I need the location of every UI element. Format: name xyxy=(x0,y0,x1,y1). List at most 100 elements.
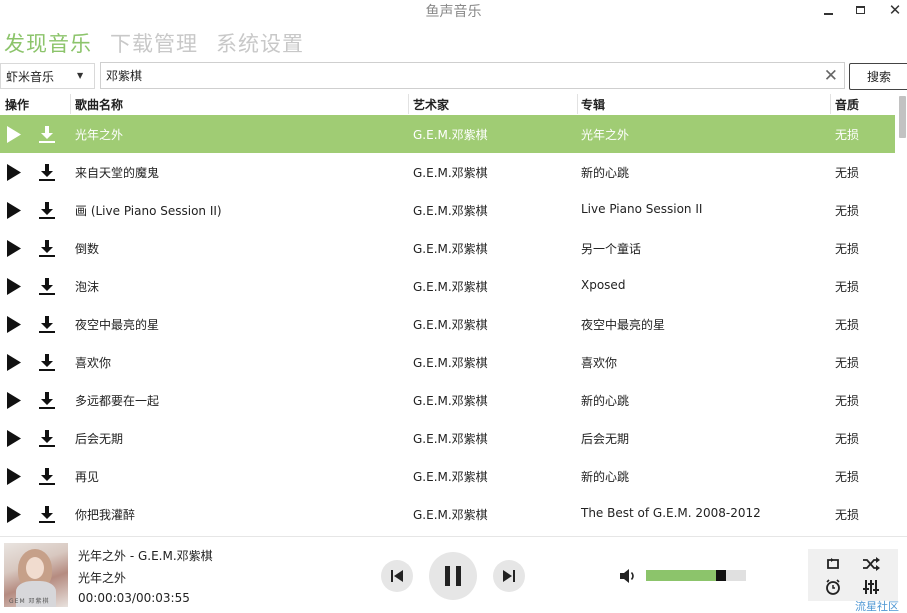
minimize-button[interactable] xyxy=(815,0,841,20)
song-quality: 无损 xyxy=(835,166,860,180)
pause-icon xyxy=(445,566,461,586)
song-quality: 无损 xyxy=(835,318,860,332)
equalizer-icon xyxy=(863,580,879,594)
window-title: 鱼声音乐 xyxy=(425,4,482,20)
download-icon[interactable] xyxy=(38,125,56,143)
title-bar: 鱼声音乐 ✕ xyxy=(0,0,907,22)
play-icon[interactable] xyxy=(7,468,21,485)
song-row[interactable]: 多远都要在一起 G.E.M.邓紫棋 新的心跳 无损 xyxy=(0,381,895,419)
song-album: 另一个童话 xyxy=(581,242,642,256)
alarm-icon xyxy=(826,579,840,595)
song-list: 光年之外 G.E.M.邓紫棋 光年之外 无损 来自天堂的魔鬼 G.E.M.邓紫棋… xyxy=(0,115,895,533)
close-button[interactable]: ✕ xyxy=(882,0,907,20)
play-icon[interactable] xyxy=(7,392,21,409)
download-icon[interactable] xyxy=(38,391,56,409)
song-album: 夜空中最亮的星 xyxy=(581,318,666,332)
download-icon[interactable] xyxy=(38,505,56,523)
song-quality: 无损 xyxy=(835,242,860,256)
download-icon[interactable] xyxy=(38,277,56,295)
song-row[interactable]: 画 (Live Piano Session II) G.E.M.邓紫棋 Live… xyxy=(0,191,895,229)
volume-slider[interactable] xyxy=(646,570,746,581)
minimize-icon xyxy=(823,13,833,15)
song-row[interactable]: 再见 G.E.M.邓紫棋 新的心跳 无损 xyxy=(0,457,895,495)
download-icon[interactable] xyxy=(38,239,56,257)
song-artist: G.E.M.邓紫棋 xyxy=(413,356,488,370)
song-row[interactable]: 你把我灌醉 G.E.M.邓紫棋 The Best of G.E.M. 2008-… xyxy=(0,495,895,533)
download-icon[interactable] xyxy=(38,315,56,333)
download-icon[interactable] xyxy=(38,467,56,485)
tab-system-settings[interactable]: 系统设置 xyxy=(216,28,304,58)
album-cover[interactable]: GEM 邓紫棋 xyxy=(4,543,68,607)
repeat-button[interactable] xyxy=(823,555,843,573)
song-artist: G.E.M.邓紫棋 xyxy=(413,432,488,446)
download-icon[interactable] xyxy=(38,163,56,181)
song-row[interactable]: 倒数 G.E.M.邓紫棋 另一个童话 无损 xyxy=(0,229,895,267)
play-icon[interactable] xyxy=(7,202,21,219)
equalizer-button[interactable] xyxy=(861,578,881,596)
column-divider[interactable] xyxy=(408,94,409,114)
pause-button[interactable] xyxy=(429,552,477,600)
song-name: 喜欢你 xyxy=(75,356,112,370)
song-row[interactable]: 来自天堂的魔鬼 G.E.M.邓紫棋 新的心跳 无损 xyxy=(0,153,895,191)
alarm-button[interactable] xyxy=(823,578,843,596)
download-icon[interactable] xyxy=(38,429,56,447)
skip-next-icon xyxy=(503,570,515,582)
maximize-button[interactable] xyxy=(847,0,873,20)
column-divider[interactable] xyxy=(830,94,831,114)
search-button[interactable]: 搜索 xyxy=(849,63,907,90)
play-icon[interactable] xyxy=(7,126,21,143)
song-row[interactable]: 夜空中最亮的星 G.E.M.邓紫棋 夜空中最亮的星 无损 xyxy=(0,305,895,343)
play-icon[interactable] xyxy=(7,278,21,295)
song-row[interactable]: 后会无期 G.E.M.邓紫棋 后会无期 无损 xyxy=(0,419,895,457)
song-album: 新的心跳 xyxy=(581,166,630,180)
column-header-album[interactable]: 专辑 xyxy=(581,96,605,113)
song-album: 新的心跳 xyxy=(581,394,630,408)
volume-handle[interactable] xyxy=(716,570,726,581)
song-quality: 无损 xyxy=(835,394,860,408)
clear-icon[interactable]: ✕ xyxy=(824,66,838,86)
shuffle-button[interactable] xyxy=(861,555,881,573)
player-divider xyxy=(0,536,907,537)
column-header-quality[interactable]: 音质 xyxy=(835,96,859,113)
play-icon[interactable] xyxy=(7,354,21,371)
play-icon[interactable] xyxy=(7,506,21,523)
song-artist: G.E.M.邓紫棋 xyxy=(413,166,488,180)
column-divider[interactable] xyxy=(577,94,578,114)
song-row[interactable]: 喜欢你 G.E.M.邓紫棋 喜欢你 无损 xyxy=(0,343,895,381)
previous-button[interactable] xyxy=(381,560,413,592)
song-name: 光年之外 xyxy=(75,128,124,142)
tab-download-manager[interactable]: 下载管理 xyxy=(110,28,198,58)
song-row[interactable]: 光年之外 G.E.M.邓紫棋 光年之外 无损 xyxy=(0,115,895,153)
column-divider[interactable] xyxy=(70,94,71,114)
volume-icon[interactable] xyxy=(619,568,637,584)
song-row[interactable]: 泡沫 G.E.M.邓紫棋 Xposed 无损 xyxy=(0,267,895,305)
play-icon[interactable] xyxy=(7,240,21,257)
play-icon[interactable] xyxy=(7,164,21,181)
column-header-artist[interactable]: 艺术家 xyxy=(413,96,449,113)
download-icon[interactable] xyxy=(38,201,56,219)
play-icon[interactable] xyxy=(7,316,21,333)
vertical-scrollbar[interactable] xyxy=(899,96,906,138)
main-nav: 发现音乐 下载管理 系统设置 xyxy=(4,28,304,58)
song-album: Xposed xyxy=(581,278,626,292)
song-quality: 无损 xyxy=(835,128,860,142)
play-icon[interactable] xyxy=(7,430,21,447)
tab-discover-music[interactable]: 发现音乐 xyxy=(4,28,92,58)
next-button[interactable] xyxy=(493,560,525,592)
song-album: The Best of G.E.M. 2008-2012 xyxy=(581,506,761,520)
cover-text: GEM 邓紫棋 xyxy=(9,598,50,605)
song-name: 来自天堂的魔鬼 xyxy=(75,166,160,180)
watermark: 流星社区 xyxy=(855,600,899,613)
search-input-value: 邓紫棋 xyxy=(106,69,143,83)
song-artist: G.E.M.邓紫棋 xyxy=(413,394,488,408)
song-name: 夜空中最亮的星 xyxy=(75,318,160,332)
download-icon[interactable] xyxy=(38,353,56,371)
song-artist: G.E.M.邓紫棋 xyxy=(413,508,488,522)
column-header-name[interactable]: 歌曲名称 xyxy=(75,96,123,113)
shuffle-icon xyxy=(863,557,880,571)
search-input[interactable]: 邓紫棋 ✕ xyxy=(100,62,845,89)
source-select[interactable]: 虾米音乐 ▼ xyxy=(0,63,95,89)
song-quality: 无损 xyxy=(835,356,860,370)
song-name: 多远都要在一起 xyxy=(75,394,160,408)
song-artist: G.E.M.邓紫棋 xyxy=(413,318,488,332)
